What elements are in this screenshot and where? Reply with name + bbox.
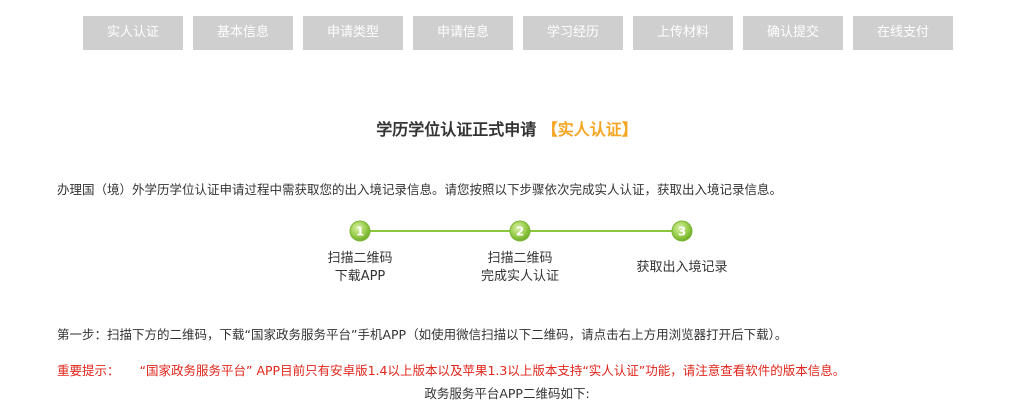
tab-confirm-submit[interactable]: 确认提交 bbox=[743, 16, 843, 50]
step-2-label-line1: 扫描二维码 bbox=[487, 251, 553, 266]
step-3-circle: 3 bbox=[671, 220, 693, 242]
page-title-highlight: 【实人认证】 bbox=[541, 120, 638, 139]
progress-track: 1 2 3 bbox=[349, 220, 693, 242]
tab-study-history[interactable]: 学习经历 bbox=[523, 16, 623, 50]
step-2-label-line2: 完成实人认证 bbox=[480, 269, 559, 284]
step-1-label: 扫描二维码 下载APP bbox=[310, 250, 410, 286]
tab-real-person-auth[interactable]: 实人认证 bbox=[83, 16, 183, 50]
step-1-label-line2: 下载APP bbox=[334, 269, 386, 284]
tab-online-payment[interactable]: 在线支付 bbox=[853, 16, 953, 50]
step-1-label-line1: 扫描二维码 bbox=[327, 251, 393, 266]
page-title-main: 学历学位认证正式申请 bbox=[376, 120, 537, 139]
qr-code-caption: 政务服务平台APP二维码如下: bbox=[424, 386, 590, 401]
step-2-number: 2 bbox=[516, 225, 524, 239]
step-one-instruction: 第一步：扫描下方的二维码，下载“国家政务服务平台”手机APP（如使用微信扫描以下… bbox=[57, 327, 788, 342]
step-tabs-nav: 实人认证 基本信息 申请类型 申请信息 学习经历 上传材料 确认提交 在线支付 bbox=[83, 16, 953, 50]
tab-application-type[interactable]: 申请类型 bbox=[303, 16, 403, 50]
notice-text: “国家政务服务平台” APP目前只有安卓版1.4以上版本以及苹果1.3以上版本支… bbox=[139, 363, 846, 378]
tab-application-info[interactable]: 申请信息 bbox=[413, 16, 513, 50]
step-2-circle: 2 bbox=[509, 220, 531, 242]
step-1-number: 1 bbox=[356, 225, 364, 239]
tab-upload-materials[interactable]: 上传材料 bbox=[633, 16, 733, 50]
step-2-label: 扫描二维码 完成实人认证 bbox=[465, 250, 575, 286]
page-title: 学历学位认证正式申请 【实人认证】 bbox=[0, 116, 1014, 140]
notice-label: 重要提示： bbox=[57, 363, 120, 378]
intro-text: 办理国（境）外学历学位认证申请过程中需获取您的出入境记录信息。请您按照以下步骤依… bbox=[57, 182, 783, 197]
step-3-label: 获取出入境记录 bbox=[622, 259, 742, 277]
step-1-circle: 1 bbox=[349, 220, 371, 242]
step-3-label-line1: 获取出入境记录 bbox=[636, 260, 728, 275]
step-3-number: 3 bbox=[678, 225, 686, 239]
auth-progress-steps: 1 2 3 扫描二维码 下载APP 扫描二维码 完成实人认证 获取出入境记录 bbox=[310, 220, 740, 290]
tab-basic-info[interactable]: 基本信息 bbox=[193, 16, 293, 50]
important-notice: 重要提示： “国家政务服务平台” APP目前只有安卓版1.4以上版本以及苹果1.3… bbox=[57, 360, 845, 379]
